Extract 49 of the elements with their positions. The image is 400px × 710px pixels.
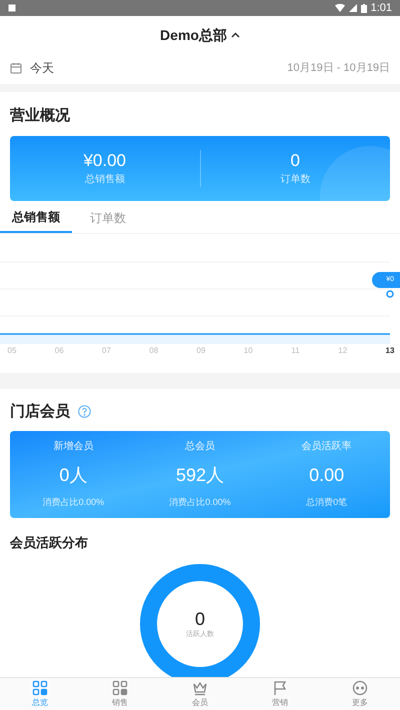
- calendar-icon: [10, 62, 22, 74]
- chart-tab[interactable]: 订单数: [72, 203, 144, 233]
- axis-label: 12: [338, 344, 348, 357]
- date-picker[interactable]: 今天: [10, 59, 54, 77]
- axis-label: 07: [102, 344, 111, 357]
- stat-value: 0人: [59, 464, 88, 487]
- section-title: 会员活跃分布: [8, 534, 89, 552]
- axis-label: 05: [8, 344, 16, 357]
- store-selector[interactable]: Demo总部: [160, 24, 240, 46]
- section-title: 门店会员: [10, 402, 70, 422]
- grid-icon: [112, 680, 128, 696]
- axis-label: 11: [291, 344, 300, 357]
- flag-icon: [272, 680, 288, 696]
- caret-icon: [230, 32, 240, 38]
- stat-label: 新增会员: [53, 440, 94, 454]
- wifi-icon: [334, 4, 345, 12]
- nav-tab[interactable]: 营销: [240, 678, 320, 710]
- axis-label: 08: [149, 344, 158, 357]
- stat-value: 0.00: [309, 464, 344, 487]
- battery-icon: [360, 4, 367, 12]
- chart-tab[interactable]: 总销售额: [0, 203, 72, 233]
- clock: 1:01: [370, 0, 392, 16]
- signal-icon: [348, 4, 357, 12]
- grid-icon: [32, 680, 48, 696]
- section-title: 营业概况: [9, 106, 71, 126]
- axis-label: 13: [386, 344, 394, 357]
- stat-note: 消费占比0.00%: [169, 496, 231, 510]
- axis-label: 09: [196, 344, 206, 357]
- stat-value: 592人: [176, 464, 224, 487]
- crown-icon: [192, 680, 208, 696]
- stat-label: 会员活跃率: [302, 440, 352, 454]
- stat-label: 总销售额: [84, 172, 125, 187]
- stat-label: 总会员: [184, 440, 215, 454]
- stat-note: 消费占比0.00%: [42, 496, 104, 510]
- axis-label: 06: [54, 344, 64, 357]
- active-count: 0: [194, 608, 205, 630]
- nav-tab[interactable]: 销售: [80, 678, 160, 710]
- axis-label: 10: [244, 344, 253, 357]
- stat-note: 总消费0笔: [306, 496, 348, 510]
- notification-icon: [8, 4, 16, 12]
- stat-label: 订单数: [280, 172, 310, 187]
- nav-tab[interactable]: 会员: [160, 678, 240, 710]
- more-icon: [352, 680, 368, 696]
- nav-tab[interactable]: 更多: [320, 678, 400, 710]
- nav-tab[interactable]: 总览: [0, 678, 80, 710]
- stat-value: ¥0.00: [83, 150, 126, 172]
- date-range: 10月19日 - 10月19日: [287, 60, 390, 76]
- stat-value: 0: [290, 150, 300, 172]
- help-icon[interactable]: [78, 405, 91, 418]
